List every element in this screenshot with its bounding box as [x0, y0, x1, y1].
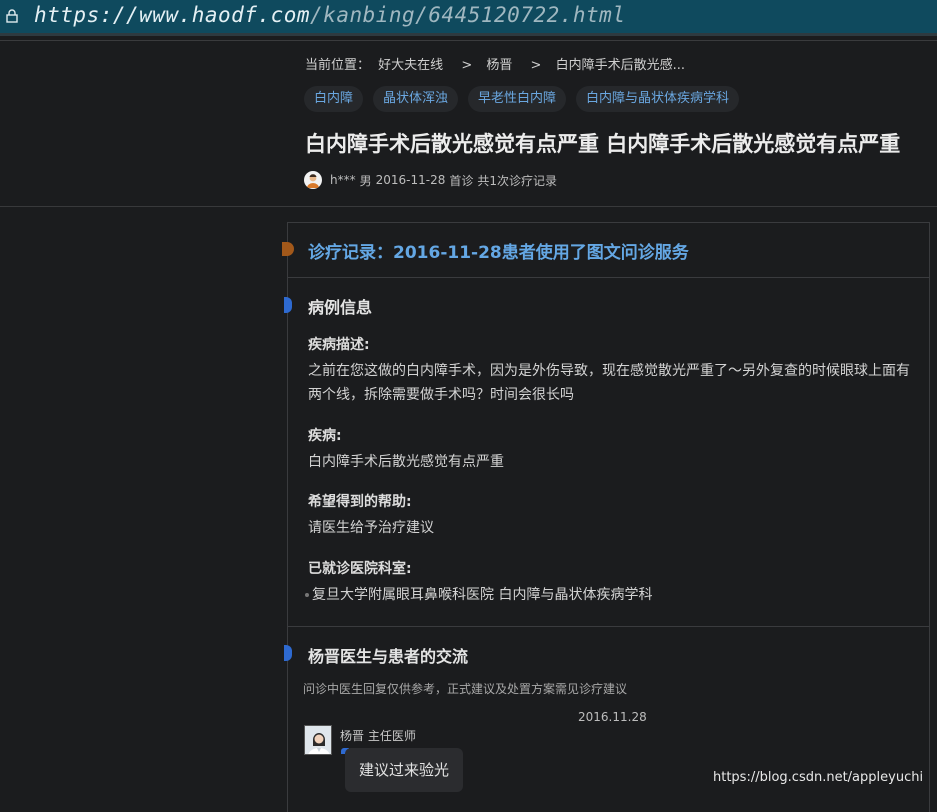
doctor-photo-icon [305, 726, 331, 754]
url-path: /kanbing/6445120722.html [310, 3, 626, 27]
section-divider [288, 626, 929, 627]
field-label-description: 疾病描述: [308, 337, 370, 353]
breadcrumb-separator: > [530, 58, 542, 73]
record-title: 诊疗记录：2016-11-28患者使用了图文问诊服务 [308, 243, 689, 263]
message-bubble: 建议过来验光 [345, 748, 464, 792]
url-domain: www.haodf.com [139, 3, 311, 27]
breadcrumb-item-home[interactable]: 好大夫在线 [378, 58, 443, 73]
bullet-icon [305, 593, 309, 597]
visit-type: 首诊 [449, 173, 474, 188]
page-title: 白内障手术后散光感觉有点严重 白内障手术后散光感觉有点严重 [305, 132, 901, 156]
record-card: 诊疗记录：2016-11-28患者使用了图文问诊服务 病例信息 疾病描述: 之前… [282, 222, 930, 812]
breadcrumb-separator: > [461, 58, 473, 73]
lock-icon [6, 9, 18, 23]
watermark: https://blog.csdn.net/appleyuchi [713, 770, 924, 785]
record-marker-icon [282, 242, 294, 256]
breadcrumb-item-doctor[interactable]: 杨晋 [486, 58, 512, 73]
section-marker-icon [284, 297, 292, 313]
tag-presenile-cataract[interactable]: 早老性白内障 [468, 86, 567, 112]
address-bar[interactable]: https://www.haodf.com/kanbing/6445120722… [0, 0, 937, 36]
breadcrumb: 当前位置： 好大夫在线 > 杨晋 > 白内障手术后散光感... [305, 54, 689, 73]
record-header: 诊疗记录：2016-11-28患者使用了图文问诊服务 [282, 223, 929, 278]
field-label-disease: 疾病: [308, 428, 342, 444]
patient-avatar [304, 171, 322, 189]
tag-list: 白内障 晶状体浑浊 早老性白内障 白内障与晶状体疾病学科 [304, 86, 740, 112]
patient-meta: h*** 男 2016-11-28 首诊 共1次诊疗记录 [304, 171, 561, 189]
user-icon [307, 174, 319, 188]
url-text[interactable]: https://www.haodf.com/kanbing/6445120722… [34, 3, 625, 27]
record-count[interactable]: 共1次诊疗记录 [477, 172, 557, 189]
message-date: 2016.11.28 [578, 710, 647, 724]
toolbar-divider [0, 40, 937, 41]
url-prefix: https:// [34, 3, 140, 27]
exchange-section-title: 杨晋医生与患者的交流 [308, 647, 469, 666]
case-section-title: 病例信息 [308, 298, 373, 317]
disclaimer-note: 问诊中医生回复仅供参考，正式建议及处置方案需见诊疗建议 [303, 682, 628, 696]
breadcrumb-item-current: 白内障手术后散光感... [555, 58, 685, 73]
tag-lens-opacity[interactable]: 晶状体浑浊 [373, 86, 459, 112]
field-value-help: 请医生给予治疗建议 [308, 520, 434, 536]
field-label-hospital: 已就诊医院科室: [308, 561, 412, 577]
field-value-hospital-row: 复旦大学附属眼耳鼻喉科医院 白内障与晶状体疾病学科 [305, 583, 915, 607]
patient-user: h*** [330, 173, 356, 187]
field-value-disease: 白内障手术后散光感觉有点严重 [308, 454, 504, 470]
field-label-help: 希望得到的帮助: [308, 494, 412, 510]
doctor-name[interactable]: 杨晋 主任医师 [340, 727, 416, 744]
field-value-hospital: 复旦大学附属眼耳鼻喉科医院 白内障与晶状体疾病学科 [312, 587, 653, 603]
header-divider [0, 206, 937, 207]
tag-lens-department[interactable]: 白内障与晶状体疾病学科 [576, 86, 740, 112]
tag-cataract[interactable]: 白内障 [304, 86, 364, 112]
field-value-description: 之前在您这做的白内障手术，因为是外伤导致，现在感觉散光严重了～另外复查的时候眼球… [308, 363, 910, 403]
patient-gender: 男 [359, 173, 372, 188]
breadcrumb-label: 当前位置： [305, 58, 371, 73]
visit-date: 2016-11-28 [375, 173, 446, 187]
section-marker-icon [284, 645, 292, 661]
doctor-avatar[interactable] [304, 725, 332, 755]
